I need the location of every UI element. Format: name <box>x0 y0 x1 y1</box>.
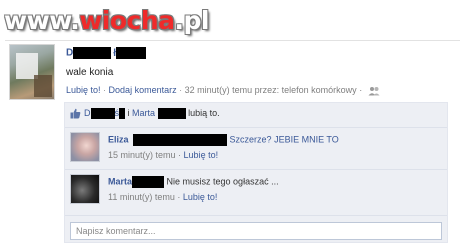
divider <box>65 169 447 170</box>
redaction-bar <box>132 176 165 188</box>
redaction-bar <box>133 134 228 146</box>
thumbs-up-icon <box>70 108 81 119</box>
redaction-bar <box>90 108 115 120</box>
redaction-bar <box>157 108 186 120</box>
site-watermark: www.wiocha.pl <box>4 6 209 35</box>
comment-text: Nie musisz tego ogłaszać ... <box>166 176 279 187</box>
comment-like-link[interactable]: Lubię to! <box>183 192 218 202</box>
comment-item: Marta Nie musisz tego ogłaszać ... 11 mi… <box>70 174 442 212</box>
post-meta: Lubię to! · Dodaj komentarz · 32 minut(y… <box>66 85 380 96</box>
liker-name-3[interactable]: Marta <box>132 108 155 118</box>
comments-panel: Dś i Marta lubią to. Eliza Szczerze? JEB… <box>64 102 448 243</box>
redaction-bar <box>116 47 147 59</box>
divider <box>65 127 447 128</box>
comment-text: Szczerze? JEBIE MNIE TO <box>229 134 339 145</box>
redaction-bar <box>119 108 125 120</box>
like-link[interactable]: Lubię to! <box>66 85 101 95</box>
comment-timestamp: 15 minut(y) temu <box>108 150 176 160</box>
people-icon <box>368 86 380 96</box>
divider <box>65 215 447 216</box>
post-author-avatar[interactable] <box>9 44 55 100</box>
add-comment-link[interactable]: Dodaj komentarz <box>109 85 177 95</box>
comment-timestamp: 11 minut(y) temu <box>108 192 175 202</box>
avatar[interactable] <box>70 174 100 204</box>
comment-author[interactable]: Eliza <box>108 134 129 144</box>
comment-like-link[interactable]: Lubię to! <box>184 150 219 160</box>
post-timestamp: 32 minut(y) temu przez: telefon komórkow… <box>184 85 357 95</box>
avatar[interactable] <box>70 132 100 162</box>
post-author[interactable]: Dł <box>66 47 147 59</box>
top-divider <box>5 40 460 41</box>
comment-author[interactable]: Marta <box>108 176 132 186</box>
author-name-initial[interactable]: D <box>66 48 73 59</box>
comment-item: Eliza Szczerze? JEBIE MNIE TO 15 minut(y… <box>70 132 442 170</box>
comment-input[interactable]: Napisz komentarz... <box>70 222 442 240</box>
redaction-bar <box>73 47 112 59</box>
post-message: wale konia <box>66 67 114 78</box>
likes-summary: Dś i Marta lubią to. <box>70 108 220 122</box>
